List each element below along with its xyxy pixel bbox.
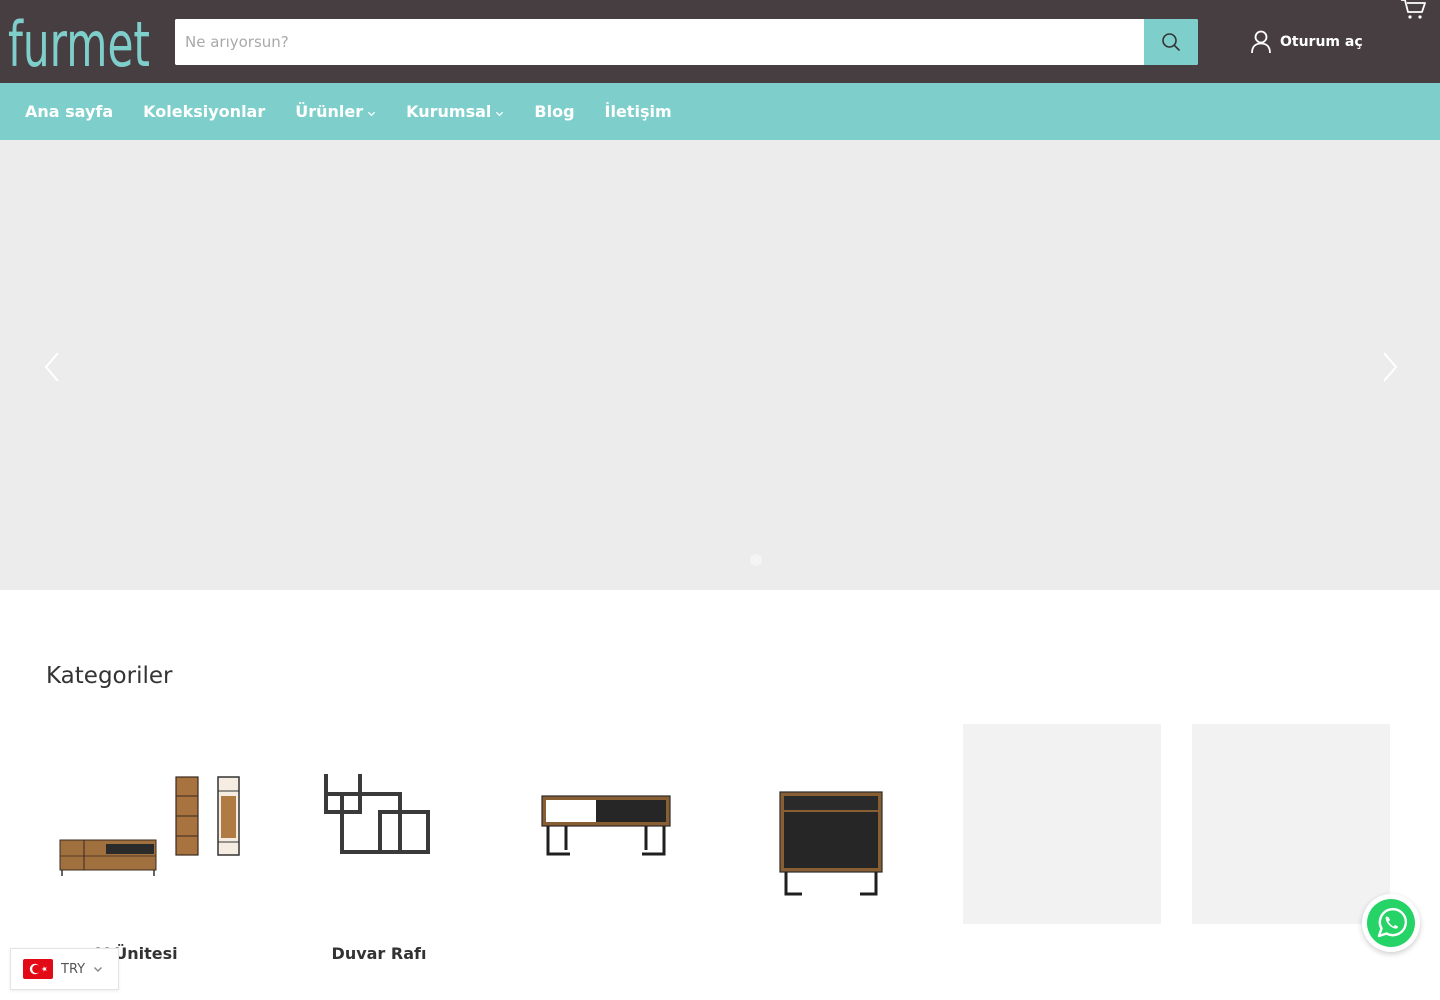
category-card-placeholder[interactable] xyxy=(963,724,1161,924)
nav-item-corporate[interactable]: Kurumsal xyxy=(406,102,504,121)
nav-item-blog[interactable]: Blog xyxy=(534,102,574,121)
coffee-table-image xyxy=(541,795,671,856)
search-bar xyxy=(175,19,1198,65)
categories-title: Kategoriler xyxy=(46,663,173,689)
nav-item-products[interactable]: Ürünler xyxy=(295,102,376,121)
category-card-coffee-table[interactable] xyxy=(508,724,706,924)
site-header: furmet Oturum aç xyxy=(0,0,1440,83)
nav-item-label: Koleksiyonlar xyxy=(143,102,266,121)
category-image xyxy=(280,724,478,924)
slider-dot[interactable] xyxy=(750,554,762,566)
logo-wordmark: furmet xyxy=(8,8,150,81)
category-image xyxy=(508,724,706,924)
whatsapp-button[interactable] xyxy=(1362,894,1420,952)
login-label: Oturum aç xyxy=(1280,34,1363,50)
whatsapp-icon xyxy=(1367,899,1415,947)
nav-item-label: Kurumsal xyxy=(406,102,492,121)
search-button[interactable] xyxy=(1144,19,1198,65)
category-card-side-cabinet[interactable] xyxy=(732,724,930,924)
nav-item-label: Blog xyxy=(534,102,575,121)
nav-item-label: Ana sayfa xyxy=(25,102,114,121)
category-card-tv-unit[interactable]: V Ünitesi xyxy=(50,724,248,963)
category-image xyxy=(50,724,248,924)
category-image xyxy=(732,724,930,924)
nav-item-collections[interactable]: Koleksiyonlar xyxy=(143,102,265,121)
wall-shelf-image xyxy=(324,774,430,854)
furmet-logo[interactable]: furmet xyxy=(8,8,152,81)
category-image-placeholder xyxy=(1192,724,1390,924)
user-icon xyxy=(1251,30,1271,54)
slider-next-button[interactable] xyxy=(1376,350,1402,384)
currency-code: TRY xyxy=(61,961,86,977)
chevron-right-icon xyxy=(1383,352,1398,382)
chevron-down-icon xyxy=(368,111,376,116)
search-icon xyxy=(1162,33,1180,51)
chevron-down-icon xyxy=(496,111,504,116)
category-image-placeholder xyxy=(963,724,1161,924)
nav-item-label: Ürünler xyxy=(295,102,364,121)
hero-slider xyxy=(0,140,1440,590)
cart-button[interactable] xyxy=(1399,0,1427,20)
slider-prev-button[interactable] xyxy=(40,350,66,384)
nav-item-label: İletişim xyxy=(604,102,672,121)
cart-icon xyxy=(1401,0,1426,19)
nav-item-home[interactable]: Ana sayfa xyxy=(25,102,113,121)
category-label: Duvar Rafı xyxy=(331,944,427,963)
chevron-down-icon xyxy=(94,967,103,972)
category-card-wall-shelf[interactable]: Duvar Rafı xyxy=(280,724,478,963)
nav-item-contact[interactable]: İletişim xyxy=(605,102,672,121)
login-link[interactable]: Oturum aç xyxy=(1250,29,1363,55)
main-nav: Ana sayfa Koleksiyonlar Ürünler Kurumsal… xyxy=(0,83,1440,140)
side-cabinet-image xyxy=(779,791,883,896)
category-card-placeholder[interactable] xyxy=(1192,724,1390,924)
turkey-flag-icon xyxy=(23,959,53,979)
logo-text: furmet xyxy=(8,8,150,74)
search-input[interactable] xyxy=(175,19,1144,65)
tv-unit-image xyxy=(59,776,240,876)
chevron-left-icon xyxy=(44,352,59,382)
currency-selector[interactable]: TRY xyxy=(10,948,119,990)
